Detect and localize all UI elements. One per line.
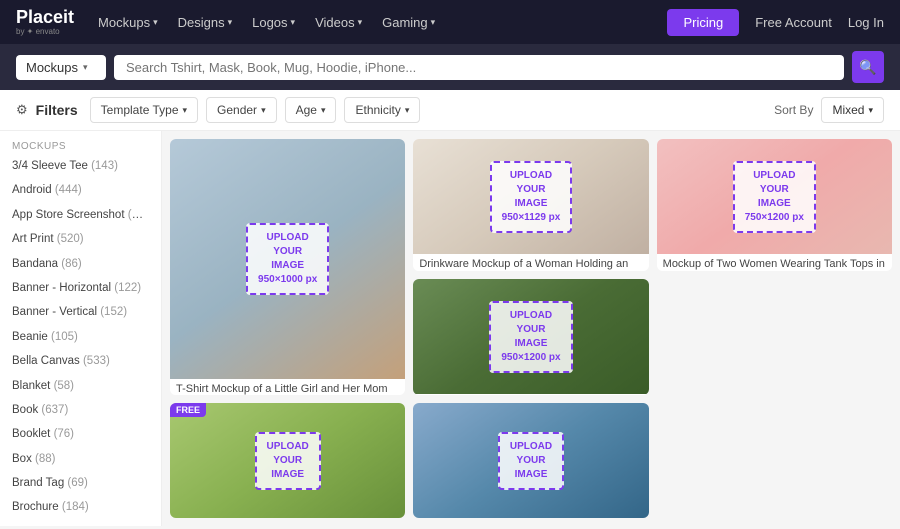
search-bar: Mockups ▾ 🔍: [0, 44, 900, 90]
chevron-down-icon: ▾: [868, 105, 873, 116]
sidebar-item[interactable]: Bella Canvas (533): [0, 349, 161, 373]
gallery-item[interactable]: UPLOAD YOUR IMAGE 750×1200 px Mockup of T…: [657, 139, 892, 271]
logo[interactable]: Placeit by ✦ envato: [16, 8, 74, 36]
filters-label: Filters: [36, 102, 78, 118]
chevron-down-icon: ▾: [183, 105, 188, 116]
nav-designs[interactable]: Designs▾: [170, 0, 241, 44]
upload-badge: UPLOAD YOUR IMAGE 750×1200 px: [733, 161, 816, 233]
sidebar-item[interactable]: Book (637): [0, 398, 161, 422]
gallery-image: UPLOAD YOUR IMAGE 750×1200 px: [657, 139, 892, 254]
sidebar-item[interactable]: Beanie (105): [0, 325, 161, 349]
gallery-image: UPLOAD YOUR IMAGE: [413, 403, 648, 518]
main-layout: Mockups 3/4 Sleeve Tee (143)Android (444…: [0, 131, 900, 526]
nav-gaming[interactable]: Gaming▾: [374, 0, 443, 44]
sort-by-label: Sort By: [774, 103, 813, 117]
gallery-caption: Drinkware Mockup of a Woman Holding an 1…: [413, 254, 648, 271]
template-type-filter[interactable]: Template Type ▾: [90, 97, 198, 123]
sort-dropdown[interactable]: Mixed ▾: [821, 97, 884, 123]
gallery-image: UPLOAD YOUR IMAGE 950×1200 px: [413, 279, 648, 394]
gallery-item[interactable]: UPLOAD YOUR IMAGE 950×1000 px T-Shirt Moc…: [170, 139, 405, 395]
gallery-image: FREE UPLOAD YOUR IMAGE: [170, 403, 405, 518]
sidebar-item[interactable]: Android (444): [0, 178, 161, 202]
sidebar-item[interactable]: App Store Screenshot (101): [0, 203, 161, 227]
pricing-button[interactable]: Pricing: [667, 9, 739, 36]
gallery-image: UPLOAD YOUR IMAGE 950×1129 px: [413, 139, 648, 254]
sidebar-item[interactable]: Art Print (520): [0, 227, 161, 251]
gallery-caption: T-Shirt Mockup of a Little Girl and Her …: [170, 379, 405, 395]
sidebar-item[interactable]: Bandana (86): [0, 252, 161, 276]
chevron-down-icon: ▾: [405, 105, 410, 116]
sidebar-item[interactable]: Brochure (184): [0, 495, 161, 519]
login-button[interactable]: Log In: [848, 15, 884, 30]
sidebar-item[interactable]: Booklet (76): [0, 422, 161, 446]
mockups-dropdown[interactable]: Mockups ▾: [16, 55, 106, 80]
free-badge: FREE: [170, 403, 206, 417]
sidebar-category-label: Mockups: [0, 137, 161, 154]
chevron-down-icon: ▾: [261, 105, 266, 116]
sidebar-item[interactable]: 3/4 Sleeve Tee (143): [0, 154, 161, 178]
sidebar-item[interactable]: Brochure - Bifold (119): [0, 520, 161, 526]
sidebar: Mockups 3/4 Sleeve Tee (143)Android (444…: [0, 131, 162, 526]
gallery-caption: Mockup of Two Women Wearing Tank Tops in…: [657, 254, 892, 271]
upload-badge: UPLOAD YOUR IMAGE: [255, 432, 321, 490]
sidebar-item[interactable]: Box (88): [0, 447, 161, 471]
sidebar-item[interactable]: Blanket (58): [0, 374, 161, 398]
filters-icon: ⚙: [16, 102, 28, 118]
upload-badge: UPLOAD YOUR IMAGE 950×1000 px: [246, 223, 329, 295]
sidebar-item[interactable]: Banner - Vertical (152): [0, 300, 161, 324]
logo-sub: by ✦ envato: [16, 28, 74, 36]
nav-mockups[interactable]: Mockups▾: [90, 0, 166, 44]
ethnicity-filter[interactable]: Ethnicity ▾: [344, 97, 420, 123]
chevron-down-icon: ▾: [321, 105, 326, 116]
gallery: UPLOAD YOUR IMAGE 950×1000 px T-Shirt Moc…: [162, 131, 900, 526]
upload-badge: UPLOAD YOUR IMAGE: [498, 432, 564, 490]
gallery-image: UPLOAD YOUR IMAGE 950×1000 px: [170, 139, 405, 379]
gallery-item[interactable]: FREE UPLOAD YOUR IMAGE: [170, 403, 405, 518]
search-input-wrap: [114, 55, 844, 80]
search-input[interactable]: [122, 55, 836, 80]
sidebar-item[interactable]: Banner - Horizontal (122): [0, 276, 161, 300]
upload-badge: UPLOAD YOUR IMAGE 950×1200 px: [489, 301, 572, 373]
upload-badge: UPLOAD YOUR IMAGE 950×1129 px: [490, 161, 573, 233]
gallery-item[interactable]: UPLOAD YOUR IMAGE 950×1200 px: [413, 279, 648, 395]
free-account-button[interactable]: Free Account: [743, 15, 844, 30]
logo-text: Placeit: [16, 8, 74, 28]
nav-logos[interactable]: Logos▾: [244, 0, 303, 44]
nav-videos[interactable]: Videos▾: [307, 0, 370, 44]
age-filter[interactable]: Age ▾: [285, 97, 337, 123]
sidebar-item[interactable]: Brand Tag (69): [0, 471, 161, 495]
filters-row: ⚙ Filters Template Type ▾ Gender ▾ Age ▾…: [0, 90, 900, 131]
top-nav: Placeit by ✦ envato Mockups▾ Designs▾ Lo…: [0, 0, 900, 44]
gallery-item[interactable]: UPLOAD YOUR IMAGE 950×1129 px Drinkware M…: [413, 139, 648, 271]
search-button[interactable]: 🔍: [852, 51, 884, 83]
search-icon: 🔍: [859, 59, 876, 76]
gallery-item[interactable]: UPLOAD YOUR IMAGE: [413, 403, 648, 518]
gender-filter[interactable]: Gender ▾: [206, 97, 277, 123]
chevron-down-icon: ▾: [83, 62, 88, 73]
